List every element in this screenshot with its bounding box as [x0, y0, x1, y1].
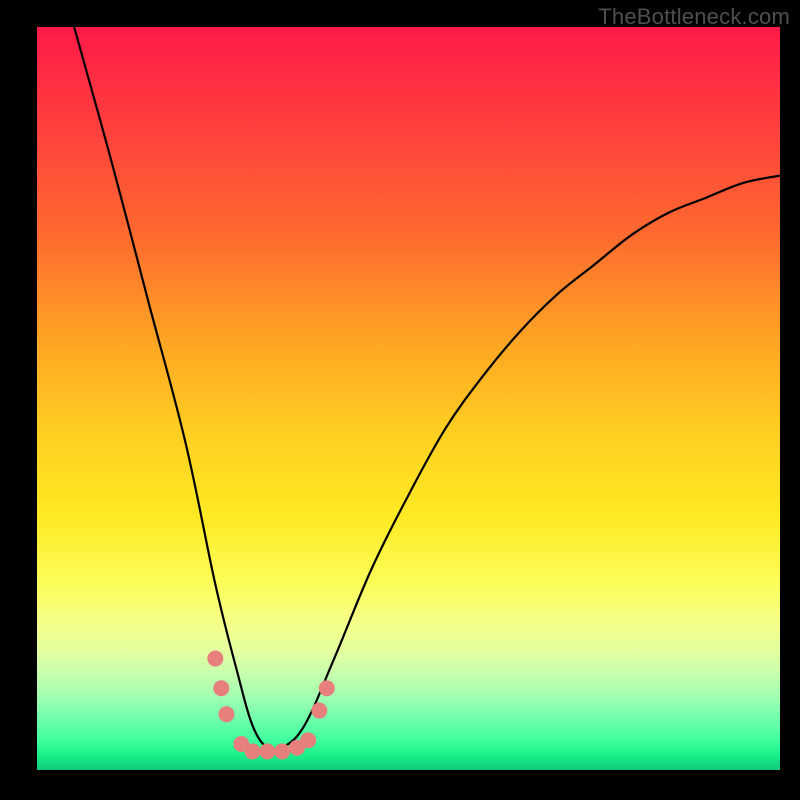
plot-area — [37, 27, 780, 770]
watermark-text: TheBottleneck.com — [598, 4, 790, 30]
bead — [311, 703, 327, 719]
bead — [300, 732, 316, 748]
bead — [319, 680, 335, 696]
bead — [244, 743, 260, 759]
curve-svg — [37, 27, 780, 770]
bead — [213, 680, 229, 696]
bead — [259, 743, 275, 759]
highlight-beads — [207, 651, 334, 760]
bottleneck-curve — [74, 27, 780, 751]
chart-figure: TheBottleneck.com — [0, 0, 800, 800]
bead — [274, 743, 290, 759]
bead — [207, 651, 223, 667]
bead — [218, 706, 234, 722]
